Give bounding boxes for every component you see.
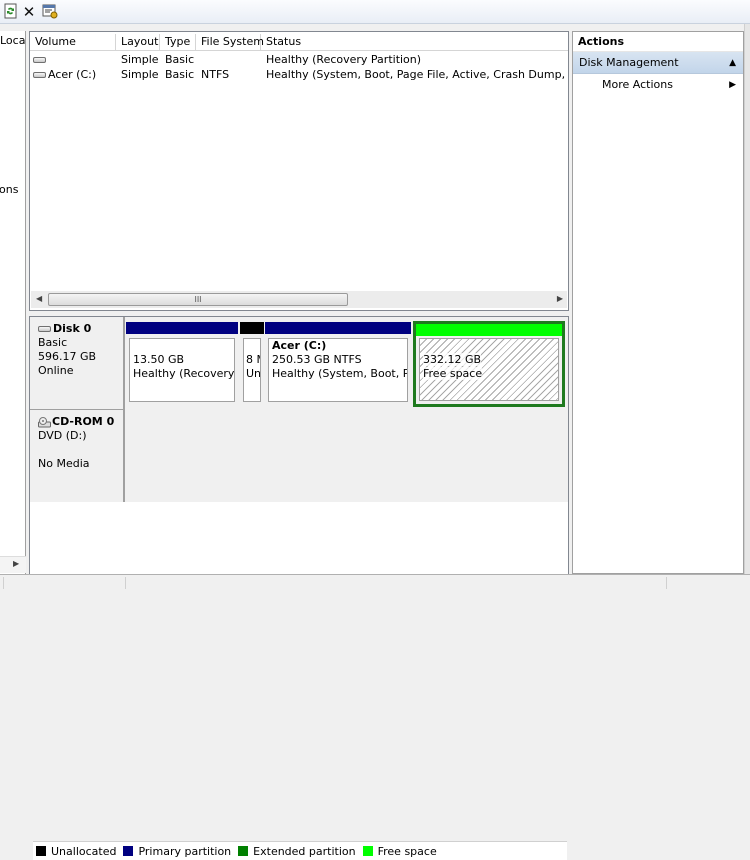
legend-item-extended-partition: Extended partition (238, 845, 356, 858)
disk-type: Basic (38, 336, 68, 349)
volume-row[interactable]: Simple Basic Healthy (Recovery Partition… (30, 52, 568, 68)
column-header-volume[interactable]: Volume (30, 34, 116, 51)
partition-color-bar (416, 324, 562, 336)
status-segment (125, 577, 126, 589)
window-right-edge (744, 24, 750, 574)
legend-swatch (362, 846, 373, 856)
partition-free-space[interactable]: 332.12 GB Free space (413, 321, 565, 407)
drive-icon (33, 57, 46, 63)
collapse-up-icon[interactable]: ▲ (729, 52, 736, 74)
disk-title: CD-ROM 0 (52, 415, 115, 428)
partition-size: 13.50 GB (133, 353, 185, 366)
legend-item-free-space: Free space (362, 845, 437, 858)
partition-acer-c[interactable]: Acer (C:) 250.53 GB NTFS Healthy (System… (265, 322, 411, 405)
disk-state: No Media (38, 457, 90, 470)
actions-header: Actions (573, 32, 743, 52)
volume-row[interactable]: Acer (C:) Simple Basic NTFS Healthy (Sys… (30, 67, 568, 83)
partition-status: Free space (423, 367, 483, 380)
partition-size: 250.53 GB NTFS (272, 353, 362, 366)
disk-type: DVD (D:) (38, 429, 87, 442)
volume-list: Volume Layout Type File System Status Si… (29, 31, 569, 311)
close-icon: ✕ (22, 3, 36, 21)
disk-size: 596.17 GB (38, 350, 97, 363)
action-more-actions[interactable]: More Actions ▶ (573, 74, 743, 96)
status-segment (3, 577, 4, 589)
column-header-file-system[interactable]: File System (196, 34, 264, 51)
volume-list-header: Volume Layout Type File System Status (30, 34, 568, 51)
status-bar (0, 574, 750, 589)
scroll-right-arrow-icon[interactable]: ▶ (557, 294, 563, 303)
disk-state: Online (38, 364, 74, 377)
console-tree-panel: Local ons (0, 31, 26, 574)
tree-label-local[interactable]: Local (0, 34, 25, 47)
tree-horizontal-scrollbar[interactable]: ▶ (0, 556, 26, 573)
disk-graphical-view: Disk 0 Basic 596.17 GB Online 13.50 GB H… (29, 316, 569, 860)
disk-row-disk-0: Disk 0 Basic 596.17 GB Online 13.50 GB H… (30, 317, 568, 410)
refresh-icon (4, 3, 18, 22)
legend-swatch (238, 846, 249, 856)
legend-item-unallocated: Unallocated (36, 845, 116, 858)
legend-item-primary-partition: Primary partition (123, 845, 231, 858)
partition-status: Healthy (System, Boot, Page File (272, 367, 407, 380)
disk-row-cdrom-0: CD-ROM 0 DVD (D:) No Media (30, 410, 568, 502)
scroll-left-arrow-icon[interactable]: ◀ (36, 294, 42, 303)
partition-size: 8 MB (246, 353, 260, 366)
column-header-layout[interactable]: Layout (116, 34, 160, 51)
scrollbar-thumb[interactable]: III (48, 293, 348, 306)
volume-list-horizontal-scrollbar[interactable]: ◀ III ▶ (31, 291, 567, 308)
partition-size: 332.12 GB (423, 353, 482, 366)
partition-color-bar (126, 322, 238, 334)
toolbar: ✕ (0, 0, 750, 24)
legend-swatch (36, 846, 46, 856)
actions-section-disk-management[interactable]: Disk Management ▲ (573, 52, 743, 74)
partition-recovery[interactable]: 13.50 GB Healthy (Recovery P‚ (126, 322, 238, 405)
actions-pane: Actions Disk Management ▲ More Actions ▶ (572, 31, 744, 574)
partition-color-bar (265, 322, 411, 334)
legend: Unallocated Primary partition Extended p… (33, 841, 567, 860)
properties-icon (42, 3, 58, 22)
disk-info-disk-0[interactable]: Disk 0 Basic 596.17 GB Online (30, 317, 125, 410)
tree-label-options[interactable]: ons (0, 183, 18, 196)
properties-button[interactable] (41, 3, 59, 21)
submenu-arrow-icon: ▶ (729, 80, 736, 90)
delete-button[interactable]: ✕ (20, 3, 38, 21)
partition-status: Healthy (Recovery P‚ (133, 367, 235, 380)
partition-unallocated[interactable]: 8 MB Unallocated (240, 322, 264, 405)
partition-status: Unallocated (246, 367, 261, 380)
column-header-status[interactable]: Status (261, 34, 568, 51)
disk-management-pane: Volume Layout Type File System Status Si… (29, 31, 569, 860)
disk-info-cdrom-0[interactable]: CD-ROM 0 DVD (D:) No Media (30, 410, 125, 502)
column-header-type[interactable]: Type (160, 34, 196, 51)
status-segment (666, 577, 667, 589)
legend-swatch (123, 846, 134, 856)
partition-color-bar (240, 322, 264, 334)
cdrom-icon (38, 417, 51, 428)
disk-icon (38, 326, 51, 332)
partition-name: Acer (C:) (272, 339, 327, 352)
scroll-right-arrow-icon[interactable]: ▶ (13, 559, 19, 568)
disk-title: Disk 0 (53, 322, 92, 335)
drive-icon (33, 72, 46, 78)
refresh-button[interactable] (2, 3, 20, 21)
